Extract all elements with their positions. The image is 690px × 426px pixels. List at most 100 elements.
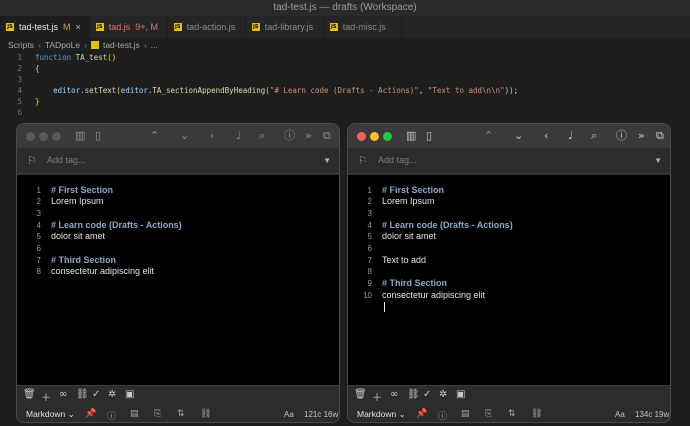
tab-tad-library[interactable]: JS tad-library.js	[246, 16, 324, 38]
close-button[interactable]	[357, 132, 366, 141]
tag-dropdown-icon[interactable]: ▼	[323, 156, 331, 165]
link-icon[interactable]: ⛓	[200, 409, 211, 419]
breadcrumb-item[interactable]: Scripts	[8, 40, 34, 50]
tab-tad[interactable]: JS tad.js 9+, M	[90, 16, 168, 38]
breadcrumb-item[interactable]: tad-test.js	[103, 40, 140, 50]
sidebar-icon[interactable]: ▥	[75, 128, 85, 144]
document-icon[interactable]: ▤	[461, 409, 470, 419]
back-icon[interactable]: ‹	[210, 128, 214, 144]
actions-icon[interactable]: »	[638, 128, 645, 144]
sync-icon[interactable]: ⎘	[154, 409, 161, 419]
pin-icon[interactable]: 📌	[85, 409, 96, 419]
mic-icon[interactable]: ♩	[568, 128, 573, 144]
pin-icon[interactable]: 📌	[416, 409, 427, 419]
sidebar-icon[interactable]: ▥	[406, 128, 416, 144]
editor-line: 5 dolor sit amet	[367, 231, 437, 241]
gear-icon[interactable]: ✲	[439, 389, 447, 400]
plus-icon[interactable]: ＋	[372, 389, 382, 404]
search-icon[interactable]: ⌕	[591, 128, 597, 144]
tab-badge: M	[63, 22, 71, 32]
info-icon[interactable]: ⓘ	[616, 128, 627, 144]
back-icon[interactable]: ‹	[544, 128, 548, 144]
draft-editor[interactable]: 1 # First Section 2 Lorem Ipsum 3 4 # Learn…	[348, 175, 670, 385]
link-icon[interactable]: ⛓	[407, 389, 420, 400]
clipboard-icon[interactable]: ▣	[456, 389, 465, 400]
search-icon[interactable]: ⌕	[259, 128, 265, 144]
drafts-window-right: ▥ ▯ ⌃ ⌄ ‹ ♩ ⌕ ⓘ » ⧉ ⚐ Add tag... ▼ 1 # Fi…	[347, 123, 671, 423]
breadcrumb-item[interactable]: ...	[151, 40, 158, 50]
action-bar: 🗑 ＋ ∞ ⛓ ✓ ✲ ▣	[348, 385, 670, 405]
sync-icon[interactable]: ⎘	[485, 409, 492, 419]
close-icon[interactable]: ×	[76, 22, 81, 32]
arrows-icon[interactable]: ⇅	[177, 409, 185, 419]
minimize-button[interactable]	[370, 132, 379, 141]
editor-line: 9 # Third Section	[367, 278, 448, 288]
editor-line: 5 dolor sit amet	[36, 231, 106, 241]
info-icon[interactable]: ⓘ	[438, 409, 447, 422]
editor-line: 3	[367, 209, 372, 218]
gear-icon[interactable]: ✲	[108, 389, 116, 400]
tag-dropdown-icon[interactable]: ▼	[654, 156, 662, 165]
breadcrumb-item[interactable]: TADpoLe	[45, 40, 80, 50]
font-size-button[interactable]: Aa	[615, 410, 625, 419]
flag-icon[interactable]: ⚐	[27, 154, 37, 167]
editor-line: 4 # Learn code (Drafts - Actions)	[367, 220, 513, 230]
panel-icon[interactable]: ▯	[426, 128, 432, 144]
clipboard-icon[interactable]: ▣	[125, 389, 134, 400]
font-size-button[interactable]: Aa	[284, 410, 294, 419]
copy-icon[interactable]: ⧉	[323, 128, 331, 144]
binoculars-icon[interactable]: ∞	[390, 389, 398, 400]
js-file-icon: JS	[95, 23, 104, 31]
syntax-mode-select[interactable]: Markdown ⌄	[357, 409, 406, 420]
close-button[interactable]	[26, 132, 35, 141]
js-file-icon	[90, 41, 99, 49]
chevron-down-icon[interactable]: ⌄	[514, 128, 523, 144]
editor-line: 2 Lorem Ipsum	[367, 196, 435, 206]
code-line: 2{	[17, 64, 40, 73]
link-icon[interactable]: ⛓	[76, 389, 89, 400]
actions-icon[interactable]: »	[305, 128, 312, 144]
info-icon[interactable]: ⓘ	[284, 128, 295, 144]
tab-tad-test[interactable]: JS tad-test.js M ×	[0, 16, 90, 38]
add-tag-input[interactable]: Add tag...	[378, 155, 417, 165]
code-editor[interactable]: 1 function TA_test() 2{ 3 4 editor.setTex…	[0, 52, 690, 122]
minimize-button[interactable]	[39, 132, 48, 141]
editor-tab-bar: JS tad-test.js M × JS tad.js 9+, M JS ta…	[0, 16, 690, 38]
chevron-down-icon[interactable]: ⌄	[180, 128, 189, 144]
binoculars-icon[interactable]: ∞	[59, 389, 67, 400]
check-icon[interactable]: ✓	[423, 389, 431, 400]
trash-icon[interactable]: 🗑	[23, 389, 36, 400]
window-title: tad-test.js — drafts (Workspace)	[0, 0, 690, 16]
editor-line: 2 Lorem Ipsum	[36, 196, 104, 206]
status-bar: Markdown ⌄ 📌 ⓘ ▤ ⎘ ⇅ ⛓ Aa 121c 16w	[17, 405, 339, 422]
draft-editor[interactable]: 1 # First Section 2 Lorem Ipsum 3 4 # Learn…	[17, 175, 339, 385]
editor-line: 7 Text to add	[367, 255, 427, 265]
panel-icon[interactable]: ▯	[95, 128, 101, 144]
mic-icon[interactable]: ♩	[236, 128, 241, 144]
document-icon[interactable]: ▤	[130, 409, 139, 419]
character-word-count: 121c 16w	[304, 410, 339, 419]
js-file-icon: JS	[173, 23, 182, 31]
tab-tad-action[interactable]: JS tad-action.js	[168, 16, 246, 38]
zoom-button[interactable]	[52, 132, 61, 141]
tab-tad-misc[interactable]: JS tad-misc.js	[324, 16, 402, 38]
check-icon[interactable]: ✓	[92, 389, 100, 400]
syntax-mode-select[interactable]: Markdown ⌄	[26, 409, 75, 420]
chevron-up-icon[interactable]: ⌃	[484, 128, 493, 144]
chevron-up-icon[interactable]: ⌃	[150, 128, 159, 144]
editor-line: 4 # Learn code (Drafts - Actions)	[36, 220, 182, 230]
trash-icon[interactable]: 🗑	[354, 389, 367, 400]
tab-label: tad-action.js	[186, 22, 236, 32]
info-icon[interactable]: ⓘ	[107, 409, 116, 422]
editor-line: 1 # First Section	[36, 185, 114, 195]
drafts-window-left: ▥ ▯ ⌃ ⌄ ‹ ♩ ⌕ ⓘ » ⧉ ⚐ Add tag... ▼ 1 # Fi…	[16, 123, 340, 423]
link-icon[interactable]: ⛓	[531, 409, 542, 419]
zoom-button[interactable]	[383, 132, 392, 141]
add-tag-input[interactable]: Add tag...	[47, 155, 86, 165]
code-line: 4 editor.setText(editor.TA_sectionAppend…	[17, 86, 519, 95]
editor-line: 8	[367, 267, 372, 276]
arrows-icon[interactable]: ⇅	[508, 409, 516, 419]
flag-icon[interactable]: ⚐	[358, 154, 368, 167]
plus-icon[interactable]: ＋	[41, 389, 51, 404]
copy-icon[interactable]: ⧉	[656, 128, 664, 144]
